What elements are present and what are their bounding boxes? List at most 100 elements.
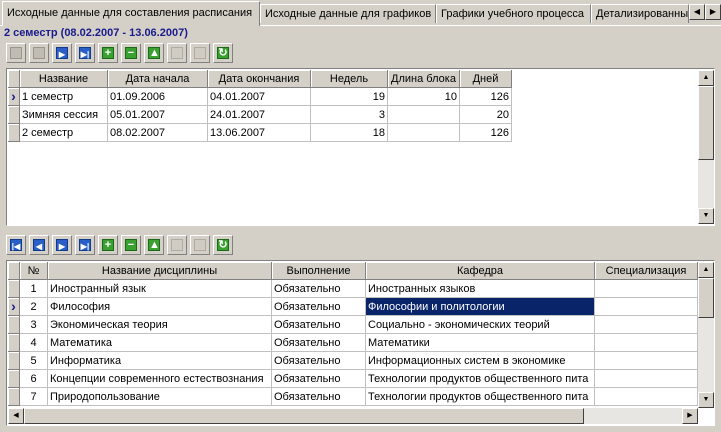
- cell-days[interactable]: 20: [460, 106, 512, 124]
- last-record-button[interactable]: ▶|: [75, 235, 95, 255]
- semesters-grid[interactable]: Название Дата начала Дата окончания Недель Д…: [6, 68, 715, 226]
- cell-name[interactable]: Математика: [48, 334, 272, 352]
- column-header[interactable]: Длина блока: [388, 70, 460, 88]
- scroll-up-button[interactable]: ▲: [698, 70, 714, 86]
- cell-num[interactable]: 7: [20, 388, 48, 406]
- cell-end[interactable]: 13.06.2007: [208, 124, 311, 142]
- cell-end[interactable]: 24.01.2007: [208, 106, 311, 124]
- cell-num[interactable]: 4: [20, 334, 48, 352]
- column-header[interactable]: №: [20, 262, 48, 280]
- cell-dept[interactable]: Социально - экономических теорий: [366, 316, 595, 334]
- column-header[interactable]: Дней: [460, 70, 512, 88]
- cell-spec[interactable]: [595, 298, 698, 316]
- disciplines-vertical-scrollbar[interactable]: ▲ ▼: [698, 262, 714, 408]
- scroll-thumb[interactable]: [698, 86, 714, 160]
- cell-num[interactable]: 2: [20, 298, 48, 316]
- cell-start[interactable]: 05.01.2007: [108, 106, 208, 124]
- semesters-vertical-scrollbar[interactable]: ▲ ▼: [698, 70, 714, 224]
- cell-name[interactable]: Концепции современного естествознания: [48, 370, 272, 388]
- scroll-right-button[interactable]: ▶: [682, 408, 698, 424]
- cell-start[interactable]: 08.02.2007: [108, 124, 208, 142]
- cell-name[interactable]: Зимняя сессия: [20, 106, 108, 124]
- cell-dept[interactable]: Математики: [366, 334, 595, 352]
- cell-spec[interactable]: [595, 352, 698, 370]
- scroll-left-button[interactable]: ◀: [8, 408, 24, 424]
- column-header[interactable]: Дата окончания: [208, 70, 311, 88]
- cell-mode[interactable]: Обязательно: [272, 388, 366, 406]
- cell-spec[interactable]: [595, 388, 698, 406]
- edit-record-button[interactable]: ▲: [144, 43, 164, 63]
- disciplines-horizontal-scrollbar[interactable]: ◀ ▶: [8, 408, 698, 424]
- cell-name[interactable]: Информатика: [48, 352, 272, 370]
- insert-record-button[interactable]: +: [98, 235, 118, 255]
- refresh-data-button[interactable]: ↻: [213, 43, 233, 63]
- cell-spec[interactable]: [595, 316, 698, 334]
- insert-record-icon: +: [102, 239, 114, 251]
- cell-num[interactable]: 6: [20, 370, 48, 388]
- column-header[interactable]: Специализация: [595, 262, 698, 280]
- cell-spec[interactable]: [595, 334, 698, 352]
- cell-spec[interactable]: [595, 370, 698, 388]
- tab-detailed[interactable]: Детализированные: [591, 4, 689, 23]
- cell-num[interactable]: 5: [20, 352, 48, 370]
- cell-dept[interactable]: Философии и политологии: [366, 298, 595, 316]
- cell-weeks[interactable]: 3: [311, 106, 388, 124]
- edit-record-button[interactable]: ▲: [144, 235, 164, 255]
- cell-dept[interactable]: Технологии продуктов общественного пита: [366, 370, 595, 388]
- cell-mode[interactable]: Обязательно: [272, 334, 366, 352]
- tab-charts-source-data[interactable]: Исходные данные для графиков: [260, 4, 436, 23]
- column-header[interactable]: Недель: [311, 70, 388, 88]
- cell-weeks[interactable]: 18: [311, 124, 388, 142]
- cell-mode[interactable]: Обязательно: [272, 352, 366, 370]
- cell-end[interactable]: 04.01.2007: [208, 88, 311, 106]
- scroll-thumb[interactable]: [698, 278, 714, 318]
- delete-record-button[interactable]: −: [121, 235, 141, 255]
- scroll-down-button[interactable]: ▼: [698, 392, 714, 408]
- insert-record-button[interactable]: +: [98, 43, 118, 63]
- horizontal-scroll-thumb[interactable]: [24, 408, 584, 424]
- column-header[interactable]: Дата начала: [108, 70, 208, 88]
- cell-block[interactable]: 10: [388, 88, 460, 106]
- delete-record-button[interactable]: −: [121, 43, 141, 63]
- scroll-down-button[interactable]: ▼: [698, 208, 714, 224]
- cell-name[interactable]: Иностранный язык: [48, 280, 272, 298]
- cell-dept[interactable]: Технологии продуктов общественного пита: [366, 388, 595, 406]
- tab-scroll-left-button[interactable]: ◀: [689, 4, 705, 20]
- prior-record-button[interactable]: ◀: [29, 235, 49, 255]
- cell-name[interactable]: Экономическая теория: [48, 316, 272, 334]
- cell-mode[interactable]: Обязательно: [272, 370, 366, 388]
- cell-dept[interactable]: Иностранных языков: [366, 280, 595, 298]
- scroll-up-button[interactable]: ▲: [698, 262, 714, 278]
- first-record-button[interactable]: |◀: [6, 235, 26, 255]
- cell-name[interactable]: Природопользование: [48, 388, 272, 406]
- cell-start[interactable]: 01.09.2006: [108, 88, 208, 106]
- last-record-button[interactable]: ▶|: [75, 43, 95, 63]
- cell-spec[interactable]: [595, 280, 698, 298]
- cell-block[interactable]: [388, 124, 460, 142]
- column-header[interactable]: Название: [20, 70, 108, 88]
- cell-name[interactable]: 1 семестр: [20, 88, 108, 106]
- next-record-button[interactable]: ▶: [52, 235, 72, 255]
- tab-scroll-right-button[interactable]: ▶: [705, 4, 721, 20]
- cell-days[interactable]: 126: [460, 88, 512, 106]
- cell-num[interactable]: 3: [20, 316, 48, 334]
- column-header[interactable]: Название дисциплины: [48, 262, 272, 280]
- cell-block[interactable]: [388, 106, 460, 124]
- refresh-data-button[interactable]: ↻: [213, 235, 233, 255]
- disciplines-grid[interactable]: № Название дисциплины Выполнение Кафедра Спе…: [6, 260, 715, 426]
- cell-mode[interactable]: Обязательно: [272, 316, 366, 334]
- tab-schedule-source-data[interactable]: Исходные данные для составления расписан…: [2, 1, 260, 26]
- tab-study-process-charts[interactable]: Графики учебного процесса: [436, 4, 591, 23]
- next-record-button[interactable]: ▶: [52, 43, 72, 63]
- column-header[interactable]: Выполнение: [272, 262, 366, 280]
- column-header[interactable]: Кафедра: [366, 262, 595, 280]
- cell-name[interactable]: Философия: [48, 298, 272, 316]
- cell-days[interactable]: 126: [460, 124, 512, 142]
- cell-num[interactable]: 1: [20, 280, 48, 298]
- cell-dept[interactable]: Информационных систем в экономике: [366, 352, 595, 370]
- cell-mode[interactable]: Обязательно: [272, 298, 366, 316]
- cell-mode[interactable]: Обязательно: [272, 280, 366, 298]
- cell-name[interactable]: 2 семестр: [20, 124, 108, 142]
- cell-weeks[interactable]: 19: [311, 88, 388, 106]
- arrow-left-icon: ◀: [13, 412, 19, 419]
